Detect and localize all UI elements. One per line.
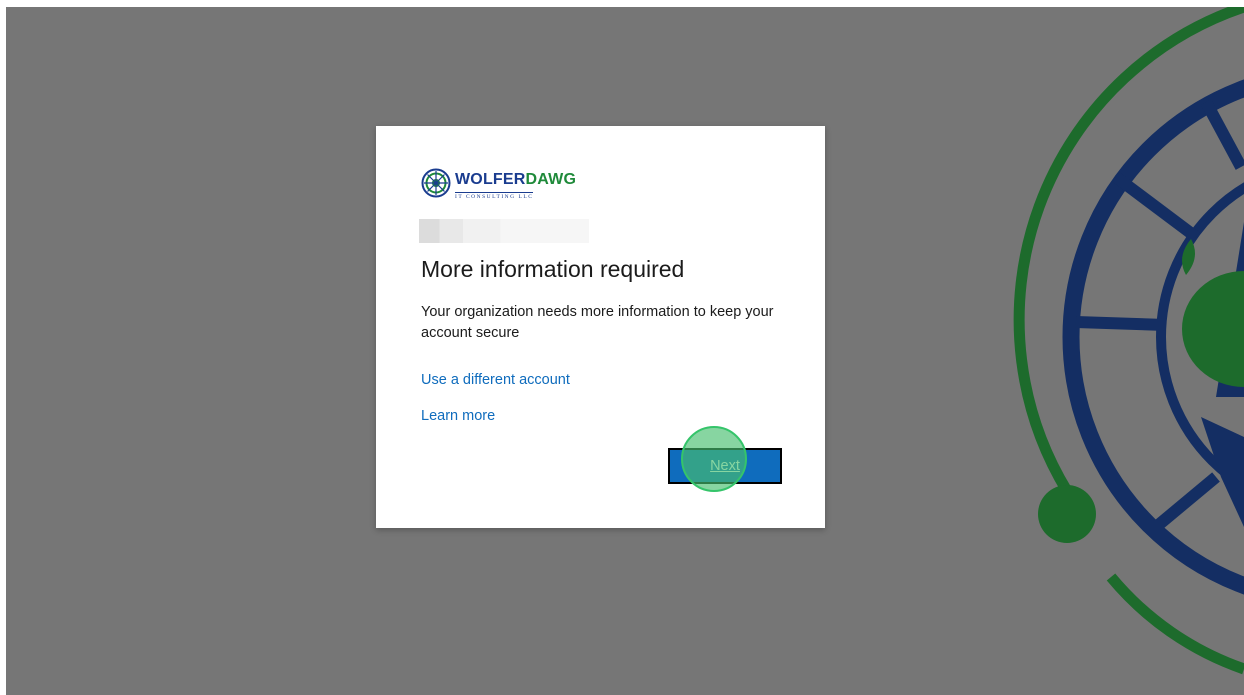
brand-name-part1: WOLFER <box>455 171 526 188</box>
sign-in-backdrop: WOLFERDAWG IT CONSULTING LLC More inform… <box>6 7 1244 695</box>
wolferdawg-logo-icon <box>421 168 451 198</box>
learn-more-link[interactable]: Learn more <box>421 408 495 424</box>
sign-in-card: WOLFERDAWG IT CONSULTING LLC More inform… <box>376 126 825 528</box>
next-button[interactable]: Next <box>668 448 782 484</box>
use-different-account-link[interactable]: Use a different account <box>421 372 570 388</box>
brand-name-part2: DAWG <box>525 171 577 188</box>
page-description: Your organization needs more information… <box>421 304 774 341</box>
brand-tagline: IT CONSULTING LLC <box>455 192 534 200</box>
page-title: More information required <box>421 256 685 282</box>
next-button-label: Next <box>710 458 740 474</box>
company-logo: WOLFERDAWG IT CONSULTING LLC <box>421 168 581 204</box>
brand-name: WOLFERDAWG <box>455 171 576 189</box>
redacted-account-name <box>419 219 589 243</box>
